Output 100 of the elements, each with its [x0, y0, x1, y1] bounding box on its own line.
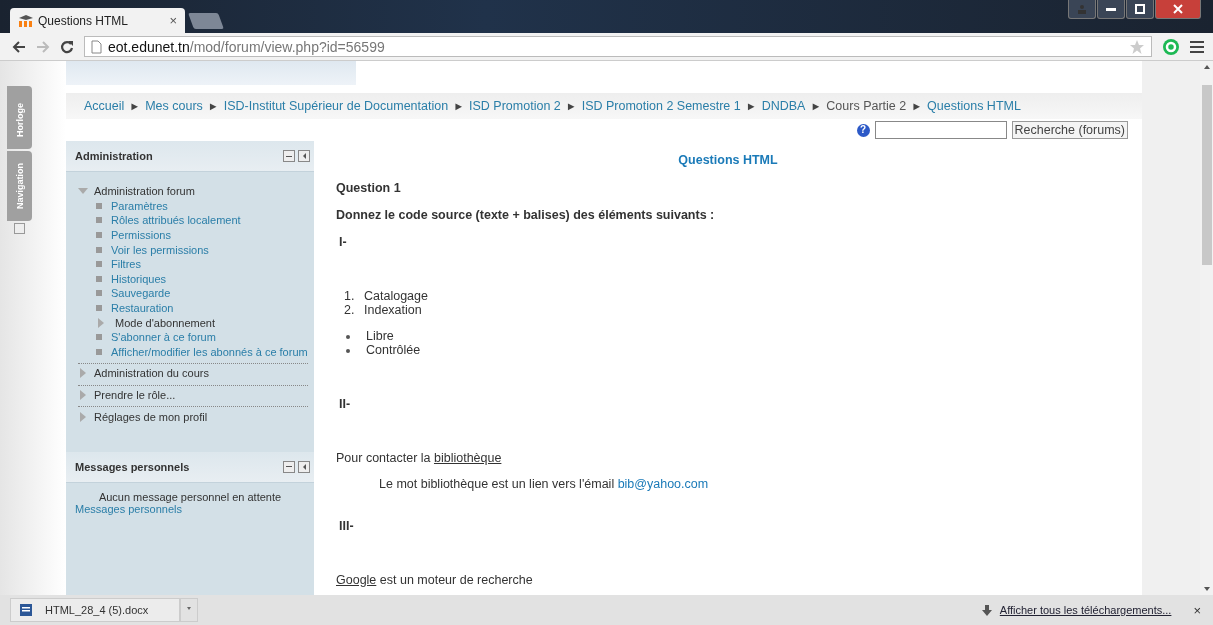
minimize-icon — [1106, 7, 1116, 11]
tree-item[interactable]: Restauration — [111, 302, 174, 315]
square-bullet-icon — [96, 290, 102, 297]
list-number: 2. — [344, 303, 356, 317]
breadcrumb-separator: ► — [129, 100, 141, 112]
search-button[interactable]: Recherche (forums) — [1011, 121, 1128, 139]
tree-item[interactable]: Filtres — [111, 258, 141, 271]
text-link[interactable]: Google — [336, 573, 377, 587]
download-item[interactable]: HTML_28_4 (5).docx — [10, 598, 180, 622]
show-all-downloads-link[interactable]: Afficher tous les téléchargements... — [999, 604, 1172, 616]
star-icon[interactable] — [1129, 38, 1145, 55]
hat-logo-icon — [18, 13, 34, 28]
search-field[interactable] — [874, 121, 1007, 139]
tree-item[interactable]: Afficher/modifier les abonnés à ce forum — [111, 345, 308, 358]
tree-item[interactable]: Paramètres — [111, 199, 168, 212]
square-bullet-icon — [96, 217, 102, 224]
breadcrumb-separator: ► — [565, 100, 577, 112]
document-icon — [19, 603, 33, 617]
tab-close-button[interactable]: × — [169, 13, 177, 28]
breadcrumb-item[interactable]: Accueil — [84, 99, 125, 113]
breadcrumb-item[interactable]: ISD Promotion 2 — [469, 99, 561, 113]
breadcrumb-item[interactable]: Questions HTML — [927, 99, 1021, 113]
tree-item[interactable]: S'abonner à ce forum — [111, 331, 216, 344]
breadcrumb-item[interactable]: Mes cours — [145, 99, 203, 113]
section-label: III- — [338, 519, 355, 533]
tree-item[interactable]: Permissions — [111, 229, 171, 242]
dock-icon[interactable] — [298, 150, 310, 162]
tree-item[interactable]: Mode d'abonnement — [115, 316, 215, 329]
question-heading: Question 1 — [336, 181, 402, 195]
help-button[interactable]: ? — [856, 123, 870, 137]
tree-item[interactable]: Réglages de mon profil — [94, 410, 208, 423]
menu-icon[interactable] — [1190, 40, 1204, 53]
breadcrumb-separator: ► — [745, 100, 757, 112]
minimize-button[interactable] — [1097, 0, 1125, 19]
messages-link[interactable]: Messages personnels — [75, 502, 182, 515]
breadcrumb-separator: ► — [911, 100, 923, 112]
tree-item[interactable]: Administration du cours — [94, 367, 209, 380]
bullet-icon — [346, 349, 350, 353]
email-link[interactable]: bib@yahoo.com — [617, 477, 709, 491]
browser-tab[interactable]: Questions HTML × — [10, 8, 185, 33]
breadcrumb-separator: ► — [207, 100, 219, 112]
tree-item[interactable]: Administration forum — [94, 185, 195, 198]
extension-icon[interactable] — [1162, 37, 1180, 56]
square-bullet-icon — [96, 246, 102, 253]
breadcrumb-item[interactable]: ISD Promotion 2 Semestre 1 — [581, 99, 741, 113]
dock-icon[interactable] — [298, 460, 310, 473]
close-button[interactable]: × — [1193, 602, 1201, 618]
square-bullet-icon — [96, 334, 102, 341]
person-icon — [1077, 4, 1087, 14]
list-item: Catalogage — [364, 289, 428, 303]
tree-item[interactable]: Voir les permissions — [111, 243, 209, 256]
panel-title: Administration — [75, 150, 153, 162]
bullet-icon — [346, 335, 350, 339]
breadcrumb-item[interactable]: DNDBA — [761, 99, 806, 113]
side-tab[interactable]: Navigation — [7, 151, 32, 221]
page-icon — [91, 39, 102, 54]
list-item: Libre — [366, 329, 394, 343]
collapse-icon[interactable] — [283, 460, 295, 473]
scrollbar[interactable] — [1200, 61, 1213, 595]
maximize-button[interactable] — [1126, 0, 1154, 19]
sentence-text: Google est un moteur de recherche — [336, 573, 533, 587]
new-tab-button[interactable] — [188, 13, 224, 29]
section-label: II- — [338, 397, 352, 411]
dock-expand-button[interactable] — [14, 223, 25, 234]
sentence-text: Le mot bibliothèque est un lien vers l'émail bib@yahoo.com — [379, 477, 709, 491]
tree-item[interactable]: Historiques — [111, 272, 167, 285]
empty-message-text: Aucun message personnel en attente — [97, 490, 283, 503]
section-label: I- — [338, 235, 348, 249]
square-bullet-icon — [96, 232, 102, 239]
breadcrumb-item: Cours Partie 2 — [826, 99, 907, 113]
page-title: Questions HTML — [677, 153, 779, 167]
breadcrumb-item[interactable]: ISD-Institut Supérieur de Documentation — [223, 99, 449, 113]
tree-item[interactable]: Rôles attribués localement — [111, 214, 241, 227]
side-tab[interactable]: Horloge — [7, 86, 32, 149]
restore-icon — [1135, 4, 1145, 14]
reload-icon[interactable] — [60, 39, 74, 54]
back-icon[interactable] — [12, 40, 26, 53]
panel-title: Messages personnels — [75, 460, 190, 473]
instruction-text: Donnez le code source (texte + balises) des éléments suivants : — [336, 208, 716, 222]
close-icon — [1173, 4, 1183, 14]
url-text: eot.edunet.tn/mod/forum/view.php?id=56599 — [108, 38, 386, 55]
breadcrumb-separator: ► — [810, 100, 822, 112]
tab-title: Questions HTML — [38, 13, 130, 28]
square-bullet-icon — [96, 202, 102, 209]
square-bullet-icon — [96, 261, 102, 268]
caret-icon — [187, 607, 191, 610]
tree-item[interactable]: Prendre le rôle... — [94, 389, 176, 401]
list-item: Contrôlée — [366, 343, 421, 357]
download-filename: HTML_28_4 (5).docx — [45, 604, 149, 616]
address-bar[interactable]: eot.edunet.tn/mod/forum/view.php?id=56599 — [84, 36, 1152, 57]
breadcrumb-separator: ► — [453, 100, 465, 112]
close-button[interactable] — [1155, 0, 1201, 19]
square-bullet-icon — [96, 305, 102, 312]
collapse-icon[interactable] — [283, 150, 295, 162]
tree-item[interactable]: Sauvegarde — [111, 287, 171, 300]
square-bullet-icon — [96, 275, 102, 282]
text-link[interactable]: bibliothèque — [433, 451, 502, 465]
list-item: Indexation — [364, 303, 422, 317]
list-number: 1. — [344, 289, 356, 303]
sentence-text: Pour contacter la bibliothèque — [336, 451, 502, 465]
